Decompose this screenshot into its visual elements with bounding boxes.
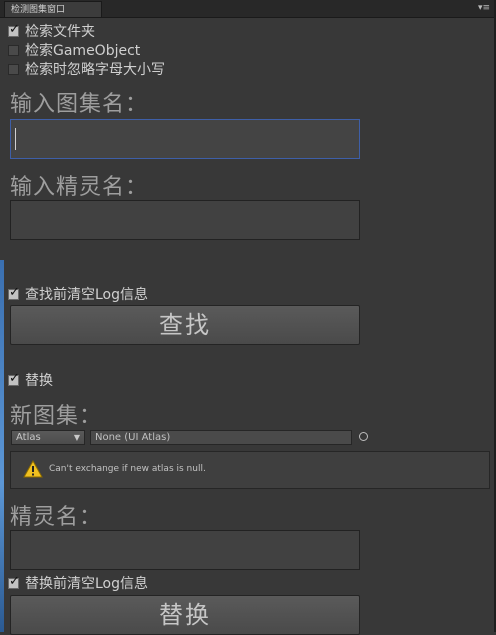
sprite-name-input[interactable] (10, 200, 360, 240)
editor-window: 检测图集窗口 ▾≡ ✓ 检索文件夹 检索GameObject 检索时忽略字母大小… (0, 0, 496, 635)
warning-helpbox: Can't exchange if new atlas is null. (10, 451, 490, 489)
window-tab[interactable]: 检测图集窗口 (4, 1, 102, 17)
search-folder-checkbox[interactable]: ✓ (8, 21, 20, 37)
checkmark-icon: ✓ (9, 284, 20, 300)
warning-icon (23, 460, 43, 478)
clear-before-search-checkbox[interactable]: ✓ (8, 284, 20, 300)
search-gameobject-label: 检索GameObject (25, 43, 141, 59)
tab-bar: 检测图集窗口 ▾≡ (0, 0, 494, 18)
atlas-type-dropdown[interactable]: Atlas ▼ (11, 430, 85, 445)
clear-before-replace-checkbox[interactable]: ✓ (8, 573, 20, 589)
replace-label: 替换 (25, 373, 53, 389)
clear-before-search-label: 查找前清空Log信息 (25, 287, 149, 303)
ignore-case-checkbox[interactable] (8, 63, 19, 75)
replace-sprite-input[interactable] (10, 530, 360, 570)
window-menu-icon[interactable]: ▾≡ (478, 3, 490, 13)
atlas-object-field[interactable]: None (UI Atlas) (90, 430, 352, 445)
checkmark-icon: ✓ (9, 573, 20, 589)
clear-before-replace-row[interactable]: ✓ 替换前清空Log信息 (8, 573, 148, 593)
clear-before-replace-label: 替换前清空Log信息 (25, 576, 149, 592)
search-folder-label: 检索文件夹 (25, 24, 95, 40)
dropdown-arrow-icon: ▼ (73, 433, 80, 442)
ignore-case-row[interactable]: 检索时忽略字母大小写 (8, 59, 165, 79)
search-gameobject-checkbox[interactable] (8, 44, 19, 56)
search-folder-row[interactable]: ✓ 检索文件夹 (8, 21, 95, 41)
search-gameobject-row[interactable]: 检索GameObject (8, 40, 140, 60)
checkmark-icon: ✓ (9, 370, 20, 386)
replace-toggle-row[interactable]: ✓ 替换 (8, 370, 53, 390)
checkmark-icon: ✓ (9, 21, 20, 37)
replace-checkbox[interactable]: ✓ (8, 370, 20, 386)
warning-text: Can't exchange if new atlas is null. (49, 464, 206, 474)
atlas-name-input[interactable] (10, 119, 360, 159)
new-atlas-heading: 新图集： (10, 404, 103, 429)
find-button[interactable]: 查找 (10, 305, 360, 345)
ignore-case-label: 检索时忽略字母大小写 (25, 62, 165, 78)
atlas-type-value: Atlas (16, 432, 41, 443)
replace-sprite-heading: 精灵名： (10, 505, 103, 530)
atlas-name-heading: 输入图集名： (10, 92, 149, 117)
clear-before-search-row[interactable]: ✓ 查找前清空Log信息 (8, 284, 148, 304)
sprite-name-heading: 输入精灵名： (10, 175, 149, 200)
object-picker-icon[interactable] (359, 432, 368, 441)
text-caret (15, 128, 16, 150)
desktop-edge (0, 260, 4, 632)
replace-button[interactable]: 替换 (10, 595, 360, 635)
